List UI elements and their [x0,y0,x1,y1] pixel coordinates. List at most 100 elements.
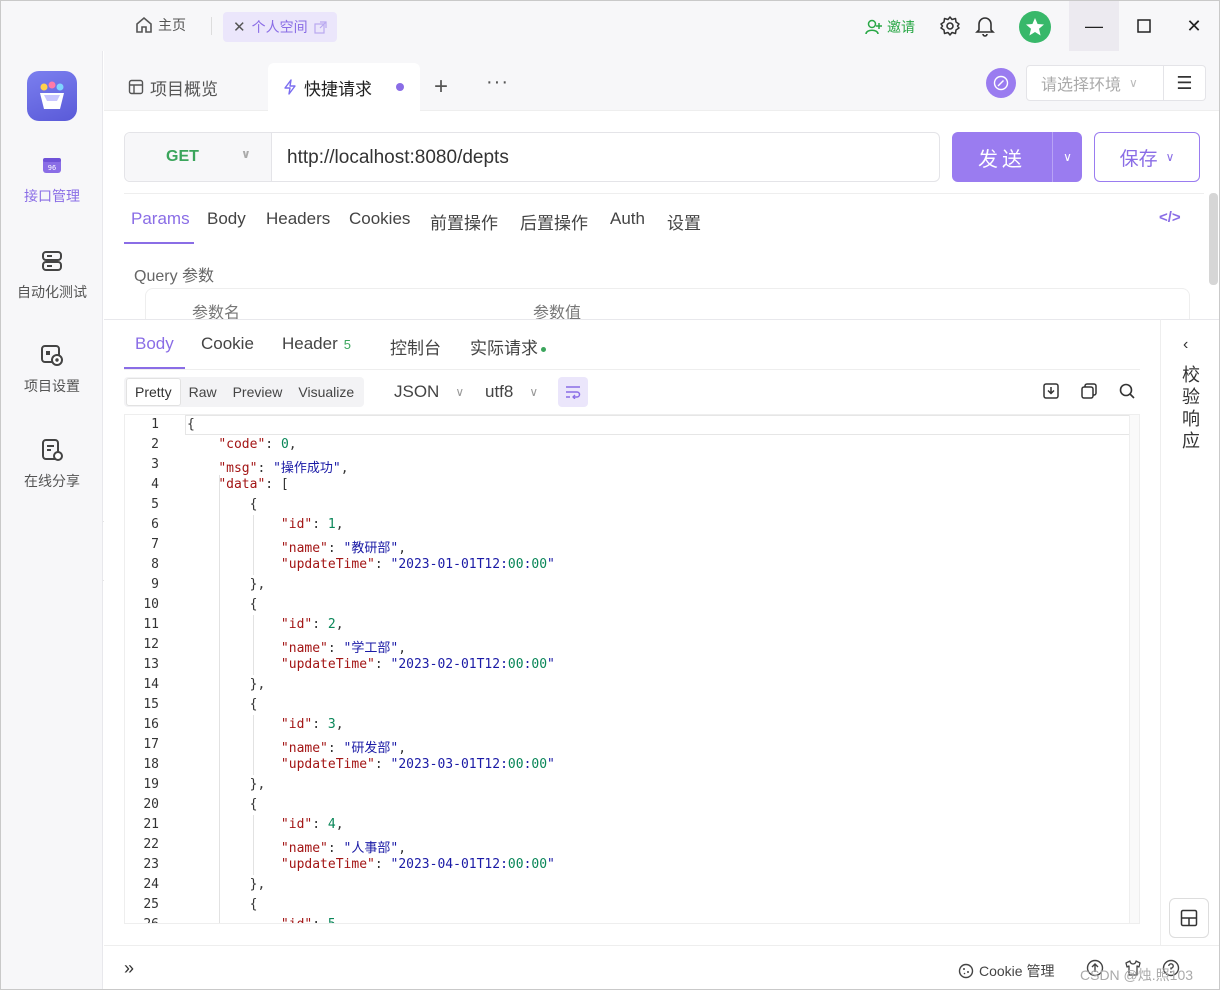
notification-button[interactable] [975,15,995,42]
response-tab-header[interactable]: Header 5 [282,334,351,354]
tab-pre-request[interactable]: 前置操作 [430,209,498,234]
external-link-icon [313,20,327,34]
hamburger-icon: ☰ [1176,72,1193,93]
request-tabs: 项目概览 快捷请求 + ··· 请选择环境 ∨ ☰ [104,51,1219,111]
line-number: 6 [151,517,159,532]
code-line: "data": [ [218,477,289,492]
line-number: 12 [143,637,159,652]
response-tab-console[interactable]: 控制台 [390,334,441,359]
line-number: 26 [125,917,159,923]
chevron-down-icon: ∨ [1165,150,1175,164]
send-button[interactable]: 发送 ∨ [952,132,1082,182]
add-tab-button[interactable]: + [434,73,448,101]
line-number: 18 [143,757,159,772]
settings-button[interactable] [939,15,961,42]
avatar[interactable] [1019,11,1051,43]
status-dot [541,347,546,353]
vertical-label-char: 验 [1182,387,1200,407]
line-number: 8 [151,557,159,572]
language-select[interactable]: JSON ∨ [394,382,464,402]
line-number: 14 [143,677,159,692]
line-number: 23 [143,857,159,872]
line-number: 4 [151,477,159,492]
close-icon[interactable]: ✕ [233,18,246,36]
tab-body[interactable]: Body [207,209,246,229]
code-line: "msg": "操作成功", [218,461,349,476]
save-button[interactable]: 保存 ∨ [1094,132,1200,182]
encoding-select[interactable]: utf8 ∨ [485,382,538,402]
scrollbar[interactable] [1209,193,1218,285]
search-button[interactable] [1118,382,1136,405]
tab-post-request[interactable]: 后置操作 [520,209,588,234]
line-number: 10 [143,597,159,612]
language-label: JSON [394,382,440,401]
more-tabs-button[interactable]: ··· [486,71,509,94]
window-controls: — ✕ [1069,1,1219,51]
sidebar-item-automation-test[interactable]: 自动化测试 [1,249,103,302]
encoding-label: utf8 [485,382,514,401]
method-select[interactable]: GET ∨ [125,133,272,181]
line-number: 5 [151,497,159,512]
left-sidebar: 96 接口管理 自动化测试 项目设置 在线分享 [1,51,103,989]
watermark: CSDN @烛.照103 [1080,967,1194,983]
sidebar-item-online-share[interactable]: 在线分享 [1,438,103,491]
sidebar-item-project-settings[interactable]: 项目设置 [1,343,103,396]
line-number: 25 [143,897,159,912]
word-wrap-button[interactable] [558,377,588,407]
url-input[interactable]: http://localhost:8080/depts [287,147,509,169]
close-window-button[interactable]: ✕ [1169,1,1219,51]
minimize-button[interactable]: — [1069,1,1119,51]
response-tab-cookie[interactable]: Cookie [201,334,254,354]
tab-params[interactable]: Params [131,209,190,229]
layout-button[interactable] [1169,898,1209,938]
invite-button[interactable]: 邀请 [865,17,915,37]
maximize-button[interactable] [1119,1,1169,51]
space-tab[interactable]: ✕ 个人空间 [223,12,337,42]
environment-placeholder: 请选择环境 [1041,77,1122,94]
home-tab[interactable]: 主页 [135,15,186,35]
response-tab-body[interactable]: Body [135,334,174,354]
sidebar-item-label: 在线分享 [24,473,80,489]
code-line: "updateTime": "2023-04-01T12:00:00" [280,857,555,872]
format-raw[interactable]: Raw [181,379,225,405]
code-icon[interactable]: </> [1159,209,1181,226]
format-pretty[interactable]: Pretty [126,378,181,406]
tab-settings[interactable]: 设置 [667,209,701,234]
expand-panel-button[interactable]: » [124,958,134,979]
environment-select[interactable]: 请选择环境 ∨ [1026,65,1164,101]
sidebar-item-label: 自动化测试 [17,284,87,300]
sidebar-item-label: 项目设置 [24,378,80,394]
environment-menu-button[interactable]: ☰ [1164,65,1206,101]
copy-button[interactable] [1080,382,1098,405]
sidebar-item-api-management[interactable]: 96 接口管理 [1,153,103,206]
response-code-editor[interactable]: 1 2 3 4 5 6 7 8 9 10 11 12 13 14 15 16 17 18 19 20 21 22 23 24 2… [124,414,1140,924]
tab-project-overview[interactable]: 项目概览 [114,63,232,111]
line-number: 1 [151,417,159,432]
cookie-manager-label: Cookie 管理 [979,963,1055,979]
tab-cookies[interactable]: Cookies [349,209,410,229]
editor-scrollbar[interactable] [1129,415,1139,923]
tab-label: 快捷请求 [304,79,372,99]
response-tab-label: 实际请求 [470,339,538,358]
line-number: 19 [143,777,159,792]
app-window: 主页 ✕ 个人空间 邀请 — ✕ 96 接口管理 自动化测试 项目设置 在线分享… [0,0,1220,990]
response-tab-actual-request[interactable]: 实际请求 [470,334,546,359]
bell-icon [975,17,995,37]
tab-quick-request[interactable]: 快捷请求 [268,63,420,111]
tab-auth[interactable]: Auth [610,209,645,229]
status-bar: » Cookie 管理 CSDN @烛.照103 [104,945,1219,989]
send-options-button[interactable]: ∨ [1052,132,1082,182]
validate-response-toggle[interactable]: 校 验 响 应 [1179,364,1203,452]
code-line: "id": 2, [280,617,344,632]
lightning-icon [284,79,296,95]
copy-icon [1081,383,1097,399]
format-preview[interactable]: Preview [225,379,291,405]
environment-icon[interactable] [986,68,1016,98]
code-line: "updateTime": "2023-03-01T12:00:00" [280,757,555,772]
response-tab-label: Header [282,334,338,353]
tab-headers[interactable]: Headers [266,209,330,229]
chevron-left-icon[interactable]: ‹ [1183,336,1188,354]
format-visualize[interactable]: Visualize [290,379,362,405]
cookie-manager-button[interactable]: Cookie 管理 [958,961,1054,981]
download-button[interactable] [1042,382,1060,405]
